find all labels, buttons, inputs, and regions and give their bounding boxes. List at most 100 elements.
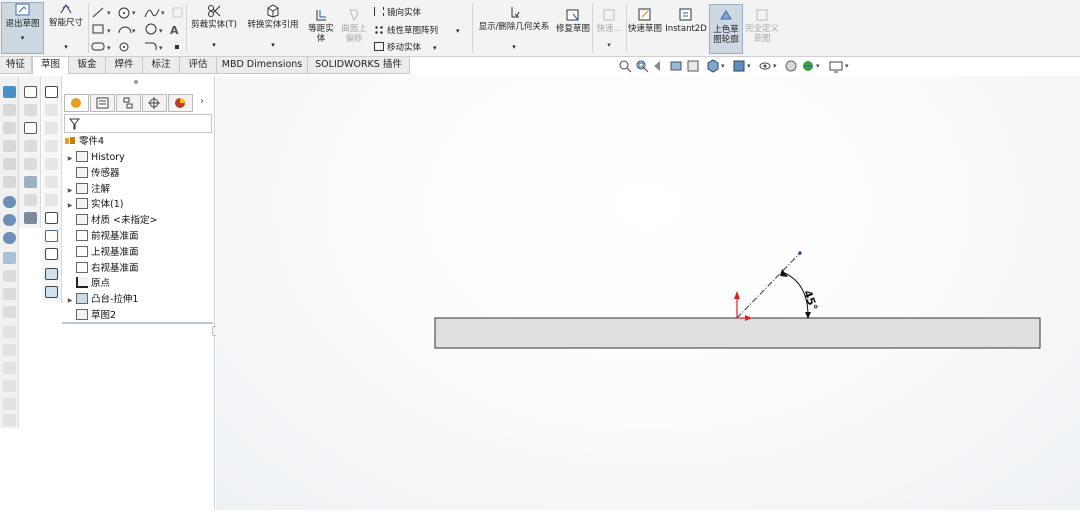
repair-sketch-button[interactable]: 修复草图 (556, 8, 590, 52)
extruded-boss-body[interactable] (434, 317, 1041, 349)
tool-icon[interactable] (45, 158, 58, 170)
tool-icon[interactable] (3, 326, 16, 338)
tool-icon[interactable] (3, 158, 16, 170)
tool-icon[interactable] (24, 212, 37, 224)
quick-snaps-button[interactable]: 快速... ▾ (594, 8, 624, 52)
apply-scene-icon[interactable] (801, 59, 815, 73)
tool-icon[interactable] (3, 270, 16, 282)
dynamic-annotation-icon[interactable] (686, 59, 700, 73)
zoom-to-fit-icon[interactable] (618, 59, 632, 73)
edit-appearance-icon[interactable] (784, 59, 798, 73)
tool-icon[interactable] (3, 288, 16, 300)
tool-icon[interactable] (45, 86, 58, 98)
construction-line[interactable] (736, 252, 801, 319)
tool-icon[interactable] (45, 230, 58, 242)
smart-dimension-button[interactable]: 智能尺寸 ▾ (46, 2, 86, 52)
tree-item-top-plane[interactable]: 上视基准面 (64, 245, 139, 260)
sphere-icon[interactable] (3, 214, 16, 226)
configuration-manager-tab[interactable] (116, 94, 141, 112)
feature-tree-filter[interactable] (64, 114, 212, 133)
tree-item-annotations[interactable]: ▶ 注解 (64, 182, 110, 197)
tool-icon[interactable] (3, 252, 16, 264)
rollback-bar[interactable] (62, 322, 213, 324)
angle-dimension-text[interactable]: 45° (801, 288, 820, 312)
tool-icon[interactable] (24, 194, 37, 206)
tool-icon[interactable] (45, 104, 58, 116)
tab-mbd-dimensions[interactable]: MBD Dimensions (217, 57, 308, 74)
tool-icon[interactable] (3, 414, 16, 426)
tree-item-solid-bodies[interactable]: ▶ 实体(1) (64, 197, 123, 212)
expand-arrow-icon[interactable]: ▶ (64, 183, 76, 198)
tool-icon[interactable] (24, 140, 37, 152)
display-style-icon[interactable] (732, 59, 746, 73)
shaded-sketch-contours-button[interactable]: 上色草图轮廓 (709, 4, 743, 54)
chevron-right-icon[interactable]: › (200, 96, 204, 107)
tree-item-origin[interactable]: 原点 (64, 276, 110, 291)
tree-item-material[interactable]: 材质 <未指定> (64, 213, 157, 228)
sketch-point[interactable] (798, 251, 802, 255)
tab-solidworks-addins[interactable]: SOLIDWORKS 插件 (308, 57, 410, 74)
tool-icon[interactable] (45, 248, 58, 260)
graphics-area[interactable]: 45° (216, 76, 1080, 510)
tree-item-sketch2[interactable]: 草图2 (64, 308, 116, 323)
tab-weldments[interactable]: 焊件 (106, 57, 143, 74)
tool-icon[interactable] (45, 122, 58, 134)
tool-icon[interactable] (3, 306, 16, 318)
zoom-to-area-icon[interactable] (635, 59, 649, 73)
tool-icon[interactable] (3, 380, 16, 392)
tab-sketch[interactable]: 草图 (32, 57, 69, 74)
tree-root-part[interactable]: 零件4 (64, 134, 104, 149)
tool-icon[interactable] (24, 176, 37, 188)
offset-entities-button[interactable]: 等距实体 (305, 8, 337, 52)
tool-icon[interactable] (45, 268, 58, 280)
rapid-sketch-button[interactable]: 快速草图 (628, 8, 662, 52)
tab-features[interactable]: 特征 (0, 57, 32, 74)
tab-evaluate[interactable]: 评估 (180, 57, 217, 74)
text-icon[interactable] (24, 86, 37, 98)
tree-item-sensors[interactable]: 传感器 (64, 166, 120, 181)
tool-icon[interactable] (45, 212, 58, 224)
tool-icon[interactable] (3, 362, 16, 374)
tree-item-front-plane[interactable]: 前视基准面 (64, 229, 139, 244)
instant2d-button[interactable]: Instant2D (664, 8, 708, 52)
tool-icon[interactable] (45, 286, 58, 298)
tool-icon[interactable] (45, 140, 58, 152)
tool-icon[interactable] (3, 140, 16, 152)
tool-icon[interactable] (3, 104, 16, 116)
sphere-icon[interactable] (3, 232, 16, 244)
display-manager-tab[interactable] (168, 94, 193, 112)
linear-sketch-pattern-button[interactable]: 线性草图阵列 ▾ (374, 24, 460, 36)
convert-entities-button[interactable]: 转换实体引用 ▾ (242, 4, 304, 52)
tool-icon[interactable] (45, 176, 58, 188)
section-view-icon[interactable] (669, 59, 683, 73)
tool-icon[interactable] (24, 104, 37, 116)
tab-sheet-metal[interactable]: 钣金 (69, 57, 106, 74)
expand-arrow-icon[interactable]: ▶ (64, 151, 76, 166)
display-delete-relations-button[interactable]: 显示/删除几何关系 ▾ (474, 6, 554, 52)
tool-icon[interactable] (3, 344, 16, 356)
tool-icon[interactable] (3, 398, 16, 410)
view-settings-icon[interactable] (829, 59, 843, 73)
exit-sketch-button[interactable]: 退出草图 ▾ (1, 2, 44, 54)
view-orientation-icon[interactable] (706, 59, 720, 73)
trim-entities-button[interactable]: 剪裁实体(T) ▾ (188, 4, 240, 52)
tool-icon[interactable] (24, 158, 37, 170)
tab-markup[interactable]: 标注 (143, 57, 180, 74)
offset-on-surface-button[interactable]: 曲面上偏移 (338, 8, 370, 52)
mirror-entities-button[interactable]: 镜向实体 (374, 6, 421, 18)
fully-define-sketch-button[interactable]: 完全定义草图 (745, 8, 779, 52)
tree-item-boss-extrude1[interactable]: ▶ 凸台-拉伸1 (64, 292, 138, 307)
tool-icon[interactable] (3, 122, 16, 134)
sphere-icon[interactable] (3, 196, 16, 208)
sketch-entity-tools[interactable]: ▾ ▾ ▾ ▾ ▾ ▾ A ▾ ▾ (91, 6, 183, 52)
panel-grip[interactable] (134, 80, 138, 84)
graphics-canvas[interactable]: 45° (216, 76, 1080, 510)
shaded-icon[interactable] (3, 86, 16, 98)
feature-tree-tab[interactable] (64, 94, 89, 112)
tool-icon[interactable] (3, 176, 16, 188)
hide-show-items-icon[interactable] (758, 59, 772, 73)
tool-icon[interactable] (45, 194, 58, 206)
move-entities-button[interactable]: 移动实体 ▾ (374, 41, 437, 53)
tree-item-history[interactable]: ▶ History (64, 150, 125, 165)
previous-view-icon[interactable] (652, 59, 666, 73)
